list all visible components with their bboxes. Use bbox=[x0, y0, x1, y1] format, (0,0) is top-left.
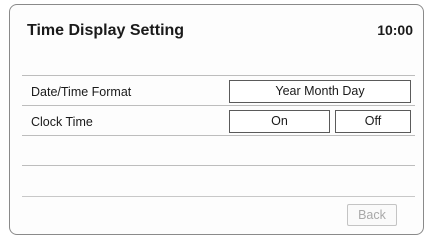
page-title: Time Display Setting bbox=[27, 22, 185, 39]
clock-time-row: Clock Time On Off bbox=[22, 105, 415, 136]
date-time-format-row: Date/Time Format Year Month Day bbox=[22, 75, 415, 106]
empty-row bbox=[22, 135, 415, 166]
header: Time Display Setting 10:00 bbox=[10, 5, 423, 57]
clock-display: 10:00 bbox=[377, 22, 413, 38]
back-button[interactable]: Back bbox=[347, 204, 397, 226]
clock-time-on-button[interactable]: On bbox=[229, 110, 330, 133]
clock-time-label: Clock Time bbox=[31, 115, 93, 129]
empty-row bbox=[22, 165, 415, 197]
date-time-format-label: Date/Time Format bbox=[31, 85, 132, 99]
clock-time-off-button[interactable]: Off bbox=[335, 110, 411, 133]
settings-screen: Time Display Setting 10:00 Date/Time For… bbox=[9, 4, 424, 235]
date-time-format-button[interactable]: Year Month Day bbox=[229, 80, 411, 103]
